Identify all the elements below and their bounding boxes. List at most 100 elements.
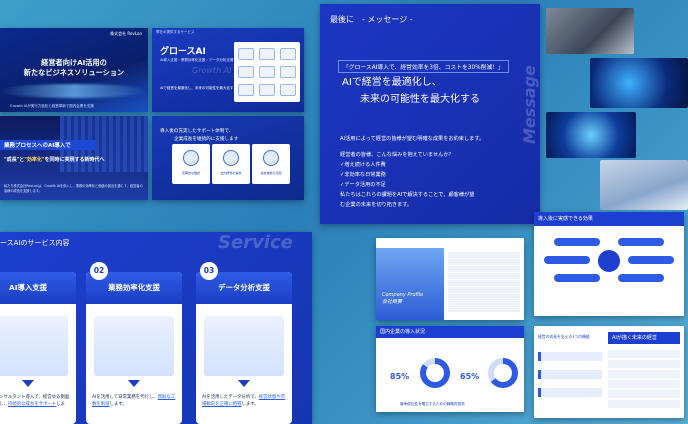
illustration <box>0 316 68 376</box>
pain-item: ✓増え続ける人件費 <box>340 162 386 168</box>
effect-pill <box>554 274 600 282</box>
icon-grid <box>234 42 300 102</box>
slide-header: 弊社の提供するサービス <box>156 30 195 34</box>
watermark: Service <box>218 232 293 253</box>
slide-message[interactable]: 最後に - メッセージ - 「グロースAI導入で、経営効率を3倍、コストを30%… <box>320 4 540 224</box>
function-row <box>538 370 602 379</box>
function-row <box>538 352 602 361</box>
effect-pill <box>618 274 664 282</box>
cloud-icon <box>238 84 254 96</box>
desc-pre: AIを活用して日常業務を代行し、 <box>92 395 158 400</box>
tagline-post: を同時に実現する新時代へ <box>44 157 105 163</box>
percent-label: 85% <box>390 372 410 381</box>
column-title: AI導入支援 <box>8 283 48 292</box>
slide-heading: ースAIのサービス内容 <box>0 239 70 247</box>
heading-line-1: 導入後の充実したサポート体制で、 <box>160 129 234 134</box>
service-column: AI導入支援 GPTコンサルタント導入で、経営ゆる側面を強化し、持続的な成長をサ… <box>0 272 76 424</box>
slide-service[interactable]: ースAIのサービス内容 Service AI導入支援 GPTコンサルタント導入で… <box>0 232 312 424</box>
handshake-photo <box>546 8 634 54</box>
effect-pill <box>628 256 674 264</box>
profile-table <box>448 252 520 312</box>
illustration <box>94 316 174 376</box>
ai-chip-icon <box>223 150 239 166</box>
header-text: AIが描く未来の経営 <box>612 335 657 341</box>
title-line-2: 新たなビジネスソリューション <box>23 68 125 77</box>
globe-photo <box>590 58 688 108</box>
tagline-pre: "成長"と <box>4 157 25 163</box>
slide-header: 導入後に実感できる効果 <box>534 212 684 226</box>
support-card: 最新技術の活用 <box>252 144 290 184</box>
banner-text: 業務プロセスへのAI導入で <box>4 143 71 149</box>
lock-icon <box>259 84 275 96</box>
desc-post: します。 <box>109 402 127 407</box>
desc-pre: AIを活用したデータ分析で、 <box>202 395 259 400</box>
heading-line-2: 企業成長を継続的に支援します <box>174 137 239 142</box>
body-lead: AI活用によって経営の皆様が望む明確な成果をお約束します。 <box>340 136 485 142</box>
slide-header: 国内企業の導入状況 <box>376 326 524 338</box>
watermark: Message <box>520 65 539 144</box>
arrow-down-icon <box>22 380 34 387</box>
column-desc: AIを活用したデータ分析で、経営状態や市場動向を正確に把握します。 <box>202 394 288 408</box>
building-image <box>376 248 444 320</box>
slide-adoption[interactable]: 国内企業の導入状況 85% 65% 競争優位性を確立するための戦略的投資 <box>376 326 524 412</box>
slide-heading: 導入後の充実したサポート体制で、 企業成長を継続的に支援します <box>160 128 238 144</box>
desc-post: します。 <box>241 402 259 407</box>
desc-highlight: 持続的な成長をサポート <box>7 402 57 407</box>
slide-effects[interactable]: 導入後に実感できる効果 <box>534 212 684 316</box>
slide-title-text: 経営者向けAI活用の 新たなビジネスソリューション <box>4 58 144 78</box>
column-title: データ分析支援 <box>218 283 270 292</box>
slide-footer: 競争優位性を確立するための戦略的投資 <box>400 402 465 406</box>
light-wave <box>0 84 148 98</box>
effect-pill <box>554 238 600 246</box>
column-title: 業務効率化支援 <box>108 283 160 292</box>
body-closing: む企業の未来を切り拓きます。 <box>340 202 413 208</box>
header-text: 国内企業の導入状況 <box>380 329 426 335</box>
document-icon <box>259 48 275 60</box>
support-card: 社内研修の提供 <box>212 144 250 184</box>
donut-chart <box>420 358 450 388</box>
profile-title: Company Profile 会社概要 <box>382 292 423 305</box>
ai-icon <box>259 66 275 78</box>
slide-body: 私たち株式会社RevLonは、Growth AIを導入し、業務の効率化と価値の創… <box>4 184 143 193</box>
column-number: 02 <box>90 262 108 280</box>
pain-item: ✓非効率な日常業務 <box>340 172 386 178</box>
main-message-line-2: 未来の可能性を最大化する <box>360 94 480 105</box>
body-closing: 私たちはこれらの課題をAIで解決することで、顧客様が望 <box>340 192 475 198</box>
chart-photo <box>600 160 688 210</box>
header-text: 導入後に実感できる効果 <box>538 216 593 222</box>
slide-growth-ai[interactable]: 弊社の提供するサービス グロースAI AI導入支援・業務効率化支援・データ分析支… <box>152 28 304 112</box>
percent-label: 65% <box>460 372 480 381</box>
effect-pill <box>618 238 664 246</box>
future-table <box>608 350 680 408</box>
ai-hub-icon <box>598 250 620 272</box>
slide-heading: 最後に - メッセージ - <box>330 15 413 24</box>
title-line-1: 経営者向けAI活用の <box>41 58 107 67</box>
slide-support[interactable]: 導入後の充実したサポート体制で、 企業成長を継続的に支援します 定期的な相談 社… <box>152 116 304 200</box>
card-label: 社内研修の提供 <box>220 171 242 175</box>
column-number: 03 <box>200 262 218 280</box>
main-message-line-1: AIで経営を最適化し、 <box>342 77 442 88</box>
slide-quote: 「グロースAI導入で、経営効率を3倍、コストを30%削減！」 <box>338 60 509 73</box>
slide-business-process[interactable]: 業務プロセスへのAI導入で "成長"と"効率化"を同時に実現する新時代へ 私たち… <box>0 116 148 200</box>
illustration <box>204 316 284 376</box>
effect-pill <box>544 256 590 264</box>
support-card: 定期的な相談 <box>172 144 210 184</box>
card-label: 最新技術の活用 <box>260 171 282 175</box>
slide-company-profile[interactable]: Company Profile 会社概要 <box>376 238 524 320</box>
watermark: Growth AI <box>192 66 232 75</box>
company-logo: 株式会社 RevLon <box>110 31 142 36</box>
consult-icon <box>183 150 199 166</box>
profile-title-ja: 会社概要 <box>382 299 403 305</box>
slide-future[interactable]: 経営の成長を支える3つの機能 AIが描く未来の経営 <box>534 326 684 418</box>
column-desc: AIを活用して日常業務を代行し、無駄な工数を削減します。 <box>92 394 178 408</box>
slide-header: AIが描く未来の経営 <box>608 332 680 344</box>
brain-photo <box>546 112 636 158</box>
people-icon <box>263 150 279 166</box>
donut-chart <box>488 358 518 388</box>
column-desc: GPTコンサルタント導入で、経営ゆる側面を強化し、持続的な成長をサポートします。 <box>0 394 72 415</box>
tagline-highlight: "効率化" <box>24 157 45 163</box>
slide-title[interactable]: 株式会社 RevLon 経営者向けAI活用の 新たなビジネスソリューション Gr… <box>0 28 148 112</box>
arrow-down-icon <box>128 380 140 387</box>
slide-tagline: "成長"と"効率化"を同時に実現する新時代へ <box>4 156 104 163</box>
service-column: 業務効率化支援 02 AIを活用して日常業務を代行し、無駄な工数を削減します。 <box>86 262 182 424</box>
